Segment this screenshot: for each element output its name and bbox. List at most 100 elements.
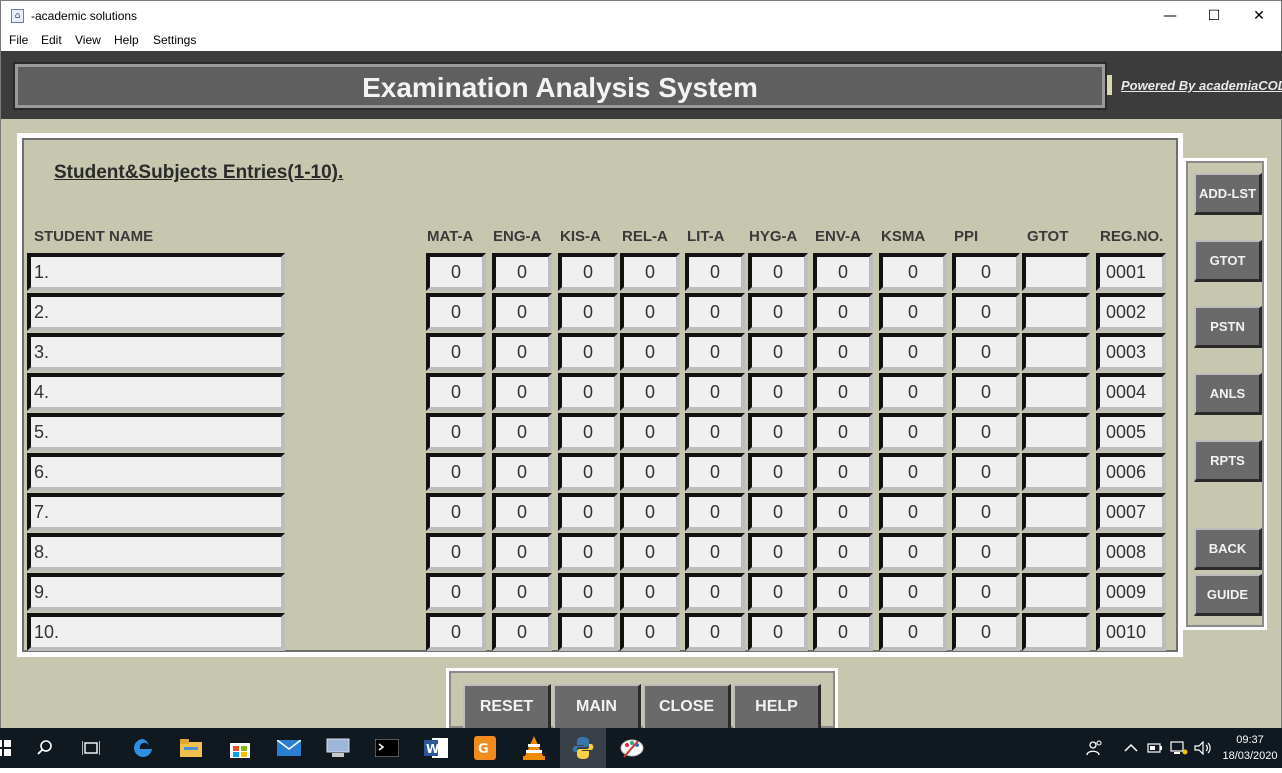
- terminal-icon[interactable]: [364, 728, 410, 768]
- score-input-ppi[interactable]: 0: [952, 333, 1020, 371]
- score-input-eng-a[interactable]: 0: [492, 493, 552, 531]
- reset-button[interactable]: RESET: [463, 684, 551, 732]
- score-input-rel-a[interactable]: 0: [620, 413, 680, 451]
- menu-help[interactable]: Help: [114, 33, 139, 47]
- score-input-mat-a[interactable]: 0: [426, 413, 486, 451]
- score-input-kis-a[interactable]: 0: [558, 573, 618, 611]
- score-input-ksma[interactable]: 0: [879, 293, 947, 331]
- score-input-ksma[interactable]: 0: [879, 413, 947, 451]
- score-input-ksma[interactable]: 0: [879, 453, 947, 491]
- menu-edit[interactable]: Edit: [41, 33, 62, 47]
- score-input-ppi[interactable]: 0: [952, 413, 1020, 451]
- student-name-input[interactable]: 10.: [27, 613, 285, 651]
- back-button[interactable]: BACK: [1194, 528, 1262, 570]
- score-input-rel-a[interactable]: 0: [620, 453, 680, 491]
- gtot-input[interactable]: [1022, 453, 1090, 491]
- score-input-ksma[interactable]: 0: [879, 253, 947, 291]
- maximize-icon[interactable]: ☐: [1191, 1, 1237, 31]
- score-input-ppi[interactable]: 0: [952, 533, 1020, 571]
- score-input-env-a[interactable]: 0: [813, 573, 873, 611]
- guide-button[interactable]: GUIDE: [1194, 574, 1262, 616]
- score-input-ppi[interactable]: 0: [952, 573, 1020, 611]
- score-input-lit-a[interactable]: 0: [685, 453, 745, 491]
- student-name-input[interactable]: 1.: [27, 253, 285, 291]
- score-input-lit-a[interactable]: 0: [685, 493, 745, 531]
- powered-by-link[interactable]: Powered By academiaCOD: [1121, 78, 1282, 93]
- minimize-icon[interactable]: —: [1147, 1, 1193, 31]
- score-input-eng-a[interactable]: 0: [492, 333, 552, 371]
- mail-icon[interactable]: [266, 728, 312, 768]
- anls-button[interactable]: ANLS: [1194, 373, 1262, 415]
- student-name-input[interactable]: 9.: [27, 573, 285, 611]
- score-input-kis-a[interactable]: 0: [558, 253, 618, 291]
- menu-file[interactable]: File: [9, 33, 28, 47]
- word-icon[interactable]: W: [413, 728, 459, 768]
- score-input-ppi[interactable]: 0: [952, 493, 1020, 531]
- score-input-hyg-a[interactable]: 0: [748, 613, 808, 651]
- score-input-lit-a[interactable]: 0: [685, 613, 745, 651]
- score-input-ksma[interactable]: 0: [879, 613, 947, 651]
- score-input-kis-a[interactable]: 0: [558, 533, 618, 571]
- vlc-icon[interactable]: [511, 728, 557, 768]
- gtot-input[interactable]: [1022, 373, 1090, 411]
- gtot-input[interactable]: [1022, 573, 1090, 611]
- score-input-mat-a[interactable]: 0: [426, 293, 486, 331]
- battery-icon[interactable]: [1147, 728, 1163, 768]
- score-input-mat-a[interactable]: 0: [426, 493, 486, 531]
- store-icon[interactable]: [217, 728, 263, 768]
- score-input-mat-a[interactable]: 0: [426, 533, 486, 571]
- menu-settings[interactable]: Settings: [153, 33, 196, 47]
- score-input-mat-a[interactable]: 0: [426, 453, 486, 491]
- search-icon[interactable]: [22, 728, 68, 768]
- score-input-mat-a[interactable]: 0: [426, 373, 486, 411]
- gtot-input[interactable]: [1022, 613, 1090, 651]
- score-input-eng-a[interactable]: 0: [492, 413, 552, 451]
- score-input-rel-a[interactable]: 0: [620, 613, 680, 651]
- score-input-rel-a[interactable]: 0: [620, 493, 680, 531]
- edge-icon[interactable]: [120, 728, 166, 768]
- gtot-input[interactable]: [1022, 533, 1090, 571]
- score-input-env-a[interactable]: 0: [813, 293, 873, 331]
- score-input-env-a[interactable]: 0: [813, 613, 873, 651]
- reg-no-input[interactable]: 0006: [1096, 453, 1166, 491]
- score-input-lit-a[interactable]: 0: [685, 573, 745, 611]
- main-button[interactable]: MAIN: [553, 684, 641, 732]
- gtot-button[interactable]: GTOT: [1194, 240, 1262, 282]
- score-input-eng-a[interactable]: 0: [492, 373, 552, 411]
- score-input-env-a[interactable]: 0: [813, 333, 873, 371]
- score-input-ksma[interactable]: 0: [879, 573, 947, 611]
- people-icon[interactable]: [1086, 728, 1104, 768]
- score-input-rel-a[interactable]: 0: [620, 373, 680, 411]
- score-input-hyg-a[interactable]: 0: [748, 253, 808, 291]
- score-input-hyg-a[interactable]: 0: [748, 333, 808, 371]
- score-input-env-a[interactable]: 0: [813, 373, 873, 411]
- reg-no-input[interactable]: 0003: [1096, 333, 1166, 371]
- student-name-input[interactable]: 3.: [27, 333, 285, 371]
- system-clock[interactable]: 09:37 18/03/2020: [1222, 732, 1278, 764]
- score-input-kis-a[interactable]: 0: [558, 293, 618, 331]
- score-input-kis-a[interactable]: 0: [558, 613, 618, 651]
- network-icon[interactable]: [1170, 728, 1188, 768]
- reg-no-input[interactable]: 0001: [1096, 253, 1166, 291]
- score-input-mat-a[interactable]: 0: [426, 573, 486, 611]
- score-input-env-a[interactable]: 0: [813, 493, 873, 531]
- score-input-eng-a[interactable]: 0: [492, 253, 552, 291]
- pstn-button[interactable]: PSTN: [1194, 306, 1262, 348]
- reg-no-input[interactable]: 0010: [1096, 613, 1166, 651]
- student-name-input[interactable]: 4.: [27, 373, 285, 411]
- close-icon[interactable]: ✕: [1236, 1, 1282, 31]
- score-input-ksma[interactable]: 0: [879, 333, 947, 371]
- score-input-eng-a[interactable]: 0: [492, 613, 552, 651]
- score-input-kis-a[interactable]: 0: [558, 493, 618, 531]
- reg-no-input[interactable]: 0002: [1096, 293, 1166, 331]
- gtot-input[interactable]: [1022, 293, 1090, 331]
- score-input-mat-a[interactable]: 0: [426, 613, 486, 651]
- score-input-hyg-a[interactable]: 0: [748, 293, 808, 331]
- paint-icon[interactable]: [609, 728, 655, 768]
- score-input-ppi[interactable]: 0: [952, 253, 1020, 291]
- pdf-icon[interactable]: G: [462, 728, 508, 768]
- reg-no-input[interactable]: 0004: [1096, 373, 1166, 411]
- score-input-env-a[interactable]: 0: [813, 413, 873, 451]
- score-input-lit-a[interactable]: 0: [685, 413, 745, 451]
- score-input-ppi[interactable]: 0: [952, 293, 1020, 331]
